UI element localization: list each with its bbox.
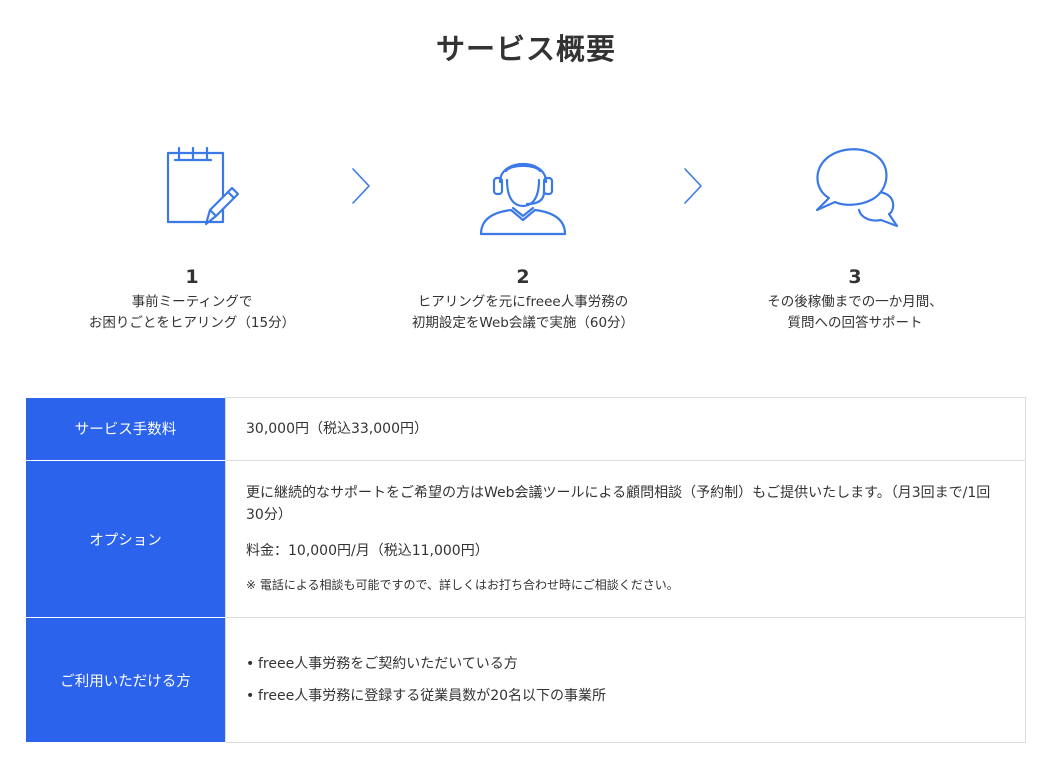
table-row: オプション 更に継続的なサポートをご希望の方はWeb会議ツールによる顧問相談（予… [26,460,1026,618]
step-number: 2 [516,266,530,288]
option-price: 料金：10,000円/月（税込11,000円） [246,543,489,559]
option-note: ※ 電話による相談も可能ですので、詳しくはお打ち合わせ時にご相談ください。 [246,578,679,592]
speech-bubbles-icon [815,148,899,228]
table-row: ご利用いただける方 freee人事労務をご契約いただいている方 freee人事労… [26,617,1026,743]
table-row: サービス手数料 30,000円（税込33,000円） [26,397,1026,461]
service-steps: 1 事前ミーティングで お困りごとをヒアリング（15分） 2 ヒアリングを元にf… [0,140,1052,350]
headset-operator-icon [479,162,567,236]
fee-label: サービス手数料 [26,397,226,461]
service-details-table: サービス手数料 30,000円（税込33,000円） オプション 更に継続的なサ… [26,397,1026,743]
fee-value: 30,000円（税込33,000円） [225,397,1026,461]
notepad-pencil-icon [166,146,240,226]
step-description: その後稼働までの一か月間、 質問への回答サポート [705,292,1005,334]
step-description-line: お困りごとをヒアリング（15分） [88,315,296,331]
step-number: 3 [848,266,862,288]
step-description-line: ヒアリングを元にfreee人事労務の [417,294,629,310]
target-list: freee人事労務をご契約いただいている方 freee人事労務に登録する従業員数… [246,653,1005,707]
page-title: サービス概要 [435,32,616,66]
step-description: ヒアリングを元にfreee人事労務の 初期設定をWeb会議で実施（60分） [373,292,673,334]
step-1: 1 事前ミーティングで お困りごとをヒアリング（15分） [42,140,342,334]
option-cell: 更に継続的なサポートをご希望の方はWeb会議ツールによる顧問相談（予約制）もご提… [225,460,1026,618]
step-description-line: 事前ミーティングで [131,294,253,310]
step-description-line: 質問への回答サポート [787,315,923,331]
step-description-line: 初期設定をWeb会議で実施（60分） [411,315,635,331]
list-item: freee人事労務に登録する従業員数が20名以下の事業所 [246,685,1005,707]
option-label: オプション [26,460,226,618]
step-description-line: その後稼働までの一か月間、 [767,294,943,310]
chevron-right-icon [352,168,370,204]
step-3: 3 その後稼働までの一か月間、 質問への回答サポート [705,140,1005,334]
list-item: freee人事労務をご契約いただいている方 [246,653,1005,675]
target-label: ご利用いただける方 [26,617,226,743]
option-description: 更に継続的なサポートをご希望の方はWeb会議ツールによる顧問相談（予約制）もご提… [246,485,991,523]
target-cell: freee人事労務をご契約いただいている方 freee人事労務に登録する従業員数… [225,617,1026,743]
chevron-right-icon [684,168,702,204]
step-2: 2 ヒアリングを元にfreee人事労務の 初期設定をWeb会議で実施（60分） [373,140,673,334]
step-description: 事前ミーティングで お困りごとをヒアリング（15分） [42,292,342,334]
step-number: 1 [185,266,199,288]
